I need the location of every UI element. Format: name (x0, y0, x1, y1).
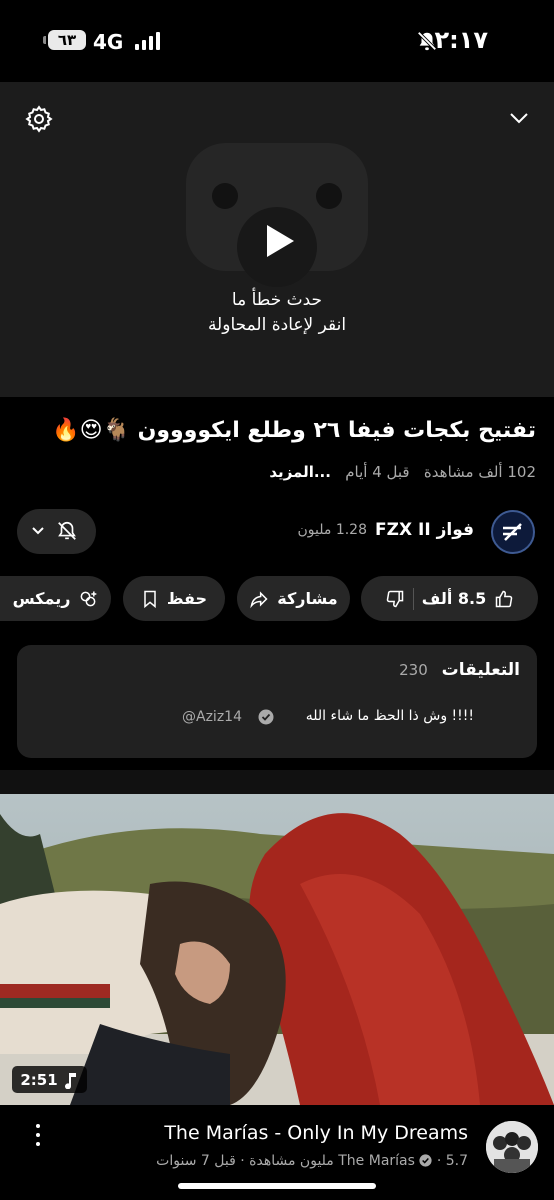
chevron-down-icon[interactable] (508, 109, 530, 127)
comment-user: @Aziz14 (182, 709, 242, 725)
share-icon (250, 590, 268, 608)
play-icon (267, 225, 294, 257)
thumbs-up-icon[interactable] (494, 589, 514, 609)
next-video-channel[interactable]: The Marías (338, 1153, 415, 1169)
top-comment[interactable]: !!!! وش ذا الحظ ما شاء الله (306, 708, 474, 724)
battery-icon: ٦٣ (43, 30, 86, 50)
remix-label: ريمكس (12, 589, 71, 608)
like-dislike-group[interactable]: 8.5 ألف (361, 576, 538, 621)
save-button[interactable]: حفظ (123, 576, 225, 621)
like-count: 8.5 ألف (421, 589, 487, 608)
thumbs-down-icon[interactable] (385, 589, 405, 609)
bell-off-icon (58, 521, 76, 540)
channel-logo-icon (503, 523, 522, 541)
bell-muted-icon (417, 31, 437, 51)
error-message[interactable]: حدث خطأ ما انقر لإعادة المحاولة (0, 288, 554, 338)
share-button[interactable]: مشاركة (237, 576, 350, 621)
status-time: ٢:١٧ (434, 26, 488, 54)
error-logo-eye (316, 183, 342, 209)
signal-icon (135, 32, 160, 50)
subscribed-button[interactable] (17, 509, 96, 554)
avatar-image (486, 1121, 538, 1173)
remix-button[interactable]: ريمكس (0, 576, 111, 621)
subscriber-count: 1.28 مليون (297, 522, 368, 538)
video-views: 102 ألف مشاهدة (423, 463, 536, 481)
duration-badge: 2:51 (12, 1066, 87, 1093)
next-video-title[interactable]: The Marías - Only In My Dreams (164, 1122, 468, 1144)
comments-header: التعليقات 230 (399, 660, 520, 680)
share-label: مشاركة (277, 589, 338, 608)
more-link[interactable]: ...المزيد (269, 463, 331, 481)
comments-label: التعليقات (441, 660, 520, 680)
video-age: قبل 4 أيام (345, 463, 410, 481)
next-video-channel-avatar[interactable] (486, 1121, 538, 1173)
error-logo-eye (212, 183, 238, 209)
gear-icon[interactable] (24, 104, 54, 134)
comment-text: !!!! وش ذا الحظ ما شاء الله (305, 708, 474, 724)
home-indicator[interactable] (178, 1183, 376, 1189)
network-type: 4G (93, 30, 124, 54)
chevron-down-icon (32, 527, 44, 535)
video-title[interactable]: تفتيح بكجات فيفا ٢٦ وطلع ايكوووون 🐐😍🔥 (16, 418, 536, 443)
verified-icon (258, 709, 274, 725)
music-note-icon (64, 1072, 76, 1089)
comments-count: 230 (399, 661, 428, 679)
more-options-icon[interactable] (32, 1124, 44, 1154)
bookmark-icon (144, 590, 156, 608)
error-title: حدث خطأ ما (231, 290, 323, 310)
channel-avatar[interactable] (491, 510, 535, 554)
next-video-meta: The Marías · 5.7 مليون مشاهدة · قبل 7 سن… (156, 1153, 468, 1169)
channel-name[interactable]: فواز FZX II (375, 520, 474, 540)
divider (412, 587, 414, 610)
save-label: حفظ (166, 589, 208, 608)
thumbnail-image (0, 794, 554, 1105)
error-retry-hint: انقر لإعادة المحاولة (207, 315, 347, 335)
remix-icon (81, 591, 97, 606)
section-divider (0, 770, 554, 794)
next-video-age: قبل 7 سنوات (156, 1153, 236, 1169)
video-meta[interactable]: 102 ألف مشاهدة قبل 4 أيام ...المزيد (269, 463, 536, 481)
next-video-thumbnail[interactable] (0, 794, 554, 1105)
verified-icon (419, 1154, 432, 1167)
duration-label: 2:51 (20, 1070, 58, 1089)
